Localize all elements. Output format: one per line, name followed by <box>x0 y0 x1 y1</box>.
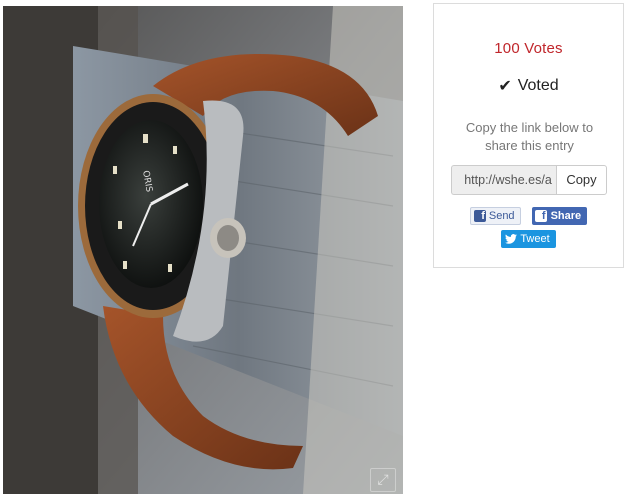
facebook-icon: f <box>534 210 547 222</box>
facebook-share-button[interactable]: f Share <box>531 207 588 225</box>
tweet-label: Tweet <box>520 233 550 245</box>
twitter-bird-icon <box>505 234 518 244</box>
share-link-group: http://wshe.es/a Copy <box>451 165 607 195</box>
watch-photo: ORIS <box>3 6 403 494</box>
copy-instructions: Copy the link below to share this entry <box>465 120 594 153</box>
vote-count: 100 Votes <box>494 40 563 57</box>
copy-button[interactable]: Copy <box>556 165 607 195</box>
facebook-icon: f <box>473 210 486 222</box>
social-buttons: f Send f Share <box>434 207 623 225</box>
tweet-button[interactable]: Tweet <box>501 230 556 248</box>
expand-icon[interactable]: ⤢ <box>370 468 396 492</box>
facebook-send-label: Send <box>488 210 515 222</box>
tweet-row: Tweet <box>434 230 623 248</box>
vote-panel: 100 Votes ✔ Voted Copy the link below to… <box>433 3 624 268</box>
entry-photo[interactable]: ORIS ⤢ <box>3 6 403 494</box>
check-icon: ✔ <box>498 76 512 95</box>
share-link-input[interactable]: http://wshe.es/a <box>451 165 556 195</box>
voted-label: Voted <box>517 76 559 94</box>
facebook-send-button[interactable]: f Send <box>469 207 521 225</box>
voted-status: ✔ Voted <box>434 76 623 95</box>
facebook-share-label: Share <box>550 210 582 222</box>
